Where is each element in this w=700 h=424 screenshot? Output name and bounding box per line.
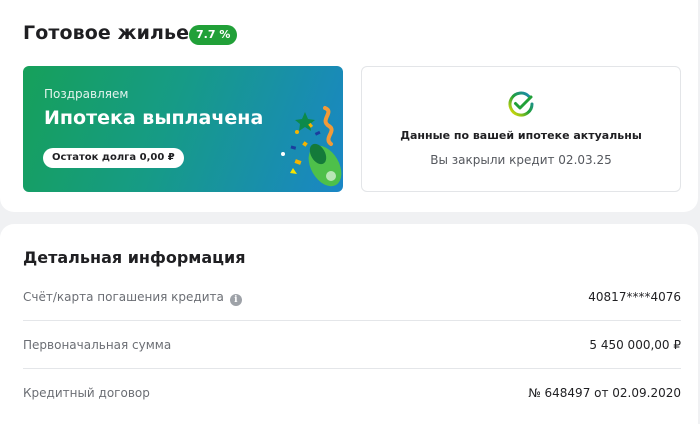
detail-label: Кредитный договор — [23, 386, 150, 400]
detail-row-account: Счёт/карта погашения кредита i 40817****4… — [23, 273, 681, 321]
detail-row-initial-amount: Первоначальная сумма 5 450 000,00 ₽ — [23, 321, 681, 369]
page-title: Готовое жилье — [23, 22, 190, 44]
banner-title: Ипотека выплачена — [44, 107, 264, 129]
detail-row-contract: Кредитный договор № 648497 от 02.09.2020 — [23, 369, 681, 417]
party-popper-icon — [281, 106, 342, 187]
detail-label: Первоначальная сумма — [23, 338, 172, 352]
detail-value: 5 450 000,00 ₽ — [589, 338, 681, 352]
status-title: Данные по вашей ипотеке актуальны — [400, 129, 642, 142]
status-subtitle: Вы закрыли кредит 02.03.25 — [430, 153, 612, 167]
debt-balance-pill: Остаток долга 0,00 ₽ — [43, 148, 184, 168]
detail-value: 40817****4076 — [588, 290, 681, 304]
banner-congrats: Поздравляем — [44, 87, 129, 101]
details-title: Детальная информация — [23, 248, 246, 267]
sber-check-icon — [508, 91, 534, 117]
rate-badge: 7.7 % — [189, 25, 238, 45]
detail-value: № 648497 от 02.09.2020 — [528, 386, 681, 400]
details-card: Детальная информация Счёт/карта погашени… — [0, 224, 698, 424]
mortgage-paid-banner: Поздравляем Ипотека выплачена Остаток до… — [23, 66, 343, 192]
mortgage-summary-card: Готовое жилье 7.7 % Поздравляем Ипотека … — [0, 0, 698, 212]
mortgage-status-box: Данные по вашей ипотеке актуальны Вы зак… — [361, 66, 681, 192]
info-icon[interactable]: i — [229, 294, 242, 306]
detail-label: Счёт/карта погашения кредита i — [23, 273, 242, 321]
